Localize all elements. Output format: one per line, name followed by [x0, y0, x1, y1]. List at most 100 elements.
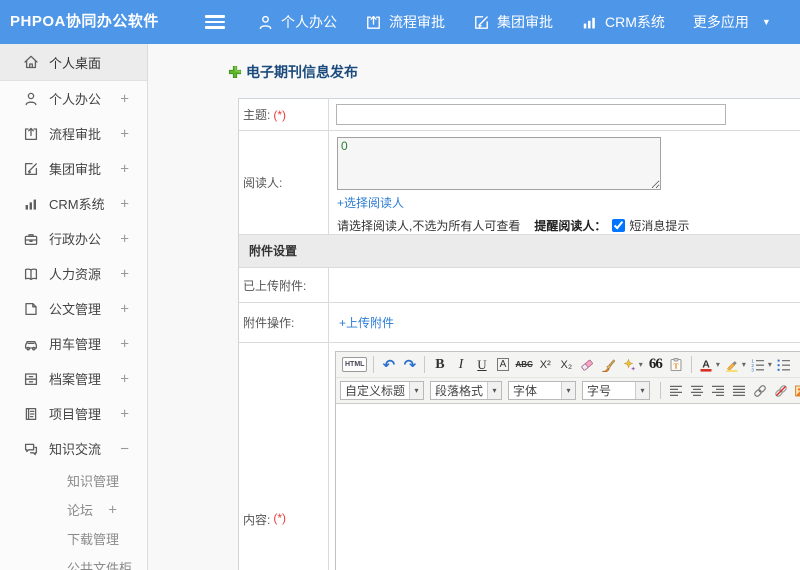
subject-input[interactable] — [336, 104, 726, 125]
sidebar-item-行政办公[interactable]: 行政办公 + — [0, 221, 147, 256]
sidebar-item-集团审批[interactable]: 集团审批 + — [0, 151, 147, 186]
toolbar-separator — [373, 356, 375, 373]
sidebar-item-label: 档案管理 — [49, 372, 102, 387]
align-center-icon[interactable] — [686, 380, 707, 402]
highlight-color-icon[interactable]: ▾ — [722, 354, 748, 376]
align-justify-icon[interactable] — [728, 380, 749, 402]
underline-icon[interactable]: U — [471, 354, 492, 376]
expand-icon[interactable]: + — [108, 501, 117, 518]
flow-icon — [23, 126, 39, 142]
expand-icon[interactable]: + — [120, 160, 129, 177]
sidebar-item-CRM系统[interactable]: CRM系统 + — [0, 186, 147, 221]
expand-icon[interactable]: + — [120, 335, 129, 352]
toolbar-separator — [660, 382, 662, 399]
nav-item-2[interactable]: 流程审批 — [351, 0, 459, 44]
superscript-icon[interactable]: X² — [535, 354, 556, 376]
nav-item-3[interactable]: 集团审批 — [459, 0, 567, 44]
hamburger-menu-icon[interactable] — [205, 15, 225, 29]
chevron-down-icon[interactable]: ▾ — [635, 382, 650, 399]
sidebar-item-知识管理[interactable]: 知识管理 — [0, 466, 147, 495]
content-label: 内容: (*) — [239, 343, 329, 570]
sidebar-item-label: 知识交流 — [49, 442, 102, 457]
notebook-icon — [23, 406, 39, 422]
required-mark: (*) — [273, 511, 287, 525]
collapse-icon[interactable]: − — [120, 440, 129, 457]
align-right-icon[interactable] — [707, 380, 728, 402]
strikethrough-icon[interactable]: ABC — [513, 354, 534, 376]
expand-icon[interactable]: + — [120, 90, 129, 107]
expand-icon[interactable]: + — [120, 405, 129, 422]
nav-item-label: 集团审批 — [497, 14, 553, 30]
unlink-icon[interactable] — [770, 380, 791, 402]
editor-select-段落格式[interactable]: 段落格式 ▾ — [430, 381, 503, 400]
paste-text-icon[interactable]: T — [666, 354, 687, 376]
image-icon[interactable] — [791, 380, 800, 402]
expand-icon[interactable]: + — [120, 195, 129, 212]
sidebar-item-个人桌面[interactable]: 个人桌面 — [0, 44, 147, 81]
editor-select-字号[interactable]: 字号 ▾ — [582, 381, 651, 400]
sidebar-item-论坛[interactable]: 论坛 + — [0, 495, 147, 524]
sidebar-item-label: 下载管理 — [67, 532, 120, 547]
ordered-list-icon[interactable]: 1 2 3 ▾ — [748, 354, 774, 376]
subject-label: 主题: (*) — [239, 99, 329, 130]
bold-icon[interactable]: B — [429, 354, 450, 376]
nav-item-5[interactable]: 更多应用 ▼ — [679, 0, 785, 44]
readers-hint: 请选择阅读人,不选为所有人可查看 提醒阅读人： 短消息提示 — [337, 217, 800, 234]
sidebar-item-用车管理[interactable]: 用车管理 + — [0, 326, 147, 361]
unordered-list-icon[interactable] — [774, 354, 795, 376]
expand-icon[interactable]: + — [120, 265, 129, 282]
expand-icon[interactable]: + — [120, 125, 129, 142]
quick-format-icon[interactable]: ▾ — [619, 354, 645, 376]
flow-icon — [365, 14, 382, 31]
chevron-down-icon[interactable]: ▾ — [742, 360, 746, 369]
sms-remind-checkbox[interactable] — [612, 219, 626, 232]
sidebar-item-label: 公共文件柜 — [67, 561, 133, 570]
sidebar-item-档案管理[interactable]: 档案管理 + — [0, 361, 147, 396]
readers-textarea[interactable]: 0 — [337, 137, 661, 190]
chevron-down-icon[interactable]: ▾ — [561, 382, 576, 399]
align-left-icon[interactable] — [665, 380, 686, 402]
link-icon[interactable] — [749, 380, 770, 402]
sidebar-item-label: 人力资源 — [49, 267, 102, 282]
sidebar-item-公共文件柜[interactable]: 公共文件柜 — [0, 553, 147, 570]
html-source-button[interactable]: HTML — [340, 354, 369, 376]
sidebar-item-下载管理[interactable]: 下载管理 — [0, 524, 147, 553]
sidebar-item-公文管理[interactable]: 公文管理 + — [0, 291, 147, 326]
redo-icon[interactable]: ↷ — [399, 354, 420, 376]
expand-icon[interactable]: + — [120, 300, 129, 317]
remove-format-icon[interactable] — [577, 354, 598, 376]
editor-content-area[interactable] — [336, 404, 800, 570]
uploaded-attachments-row: 已上传附件: — [239, 268, 800, 303]
chevron-down-icon[interactable]: ▾ — [487, 382, 502, 399]
chevron-down-icon[interactable]: ▾ — [768, 360, 772, 369]
sidebar-item-知识交流[interactable]: 知识交流 − — [0, 431, 147, 466]
select-readers-link[interactable]: +选择阅读人 — [337, 194, 404, 211]
sidebar-item-个人办公[interactable]: 个人办公 + — [0, 81, 147, 116]
expand-icon[interactable]: + — [120, 370, 129, 387]
subscript-icon[interactable]: X₂ — [556, 354, 577, 376]
nav-item-1[interactable]: 个人办公 — [243, 0, 351, 44]
uploaded-attachments-value — [329, 268, 800, 302]
edit-icon — [473, 14, 490, 31]
nav-item-4[interactable]: CRM系统 — [567, 0, 679, 44]
editor-select-自定义标题[interactable]: 自定义标题 ▾ — [340, 381, 425, 400]
sidebar-item-人力资源[interactable]: 人力资源 + — [0, 256, 147, 291]
expand-icon[interactable]: + — [120, 230, 129, 247]
char-border-icon[interactable]: A — [492, 354, 513, 376]
chevron-down-icon[interactable]: ▾ — [639, 360, 643, 369]
chevron-down-icon[interactable]: ▾ — [409, 382, 424, 399]
content-row: 内容: (*) HTML ↶ ↷ B I U A ABC X² X₂ ▾ 66 T A ▾ ▾ 1 2 3 ▾ 自定义… — [239, 343, 800, 570]
upload-attachment-link[interactable]: +上传附件 — [339, 314, 394, 331]
blockquote-icon[interactable]: 66 — [645, 354, 666, 376]
format-painter-icon[interactable] — [598, 354, 619, 376]
undo-icon[interactable]: ↶ — [378, 354, 399, 376]
chevron-down-icon: ▼ — [761, 17, 771, 27]
required-mark: (*) — [273, 107, 287, 122]
editor-toolbar-row1: HTML ↶ ↷ B I U A ABC X² X₂ ▾ 66 T A ▾ ▾ 1 2 3 ▾ — [336, 352, 800, 378]
sidebar-item-项目管理[interactable]: 项目管理 + — [0, 396, 147, 431]
font-color-icon[interactable]: A ▾ — [696, 354, 722, 376]
chevron-down-icon[interactable]: ▾ — [716, 360, 720, 369]
sidebar-item-流程审批[interactable]: 流程审批 + — [0, 116, 147, 151]
editor-select-字体[interactable]: 字体 ▾ — [508, 381, 577, 400]
italic-icon[interactable]: I — [450, 354, 471, 376]
